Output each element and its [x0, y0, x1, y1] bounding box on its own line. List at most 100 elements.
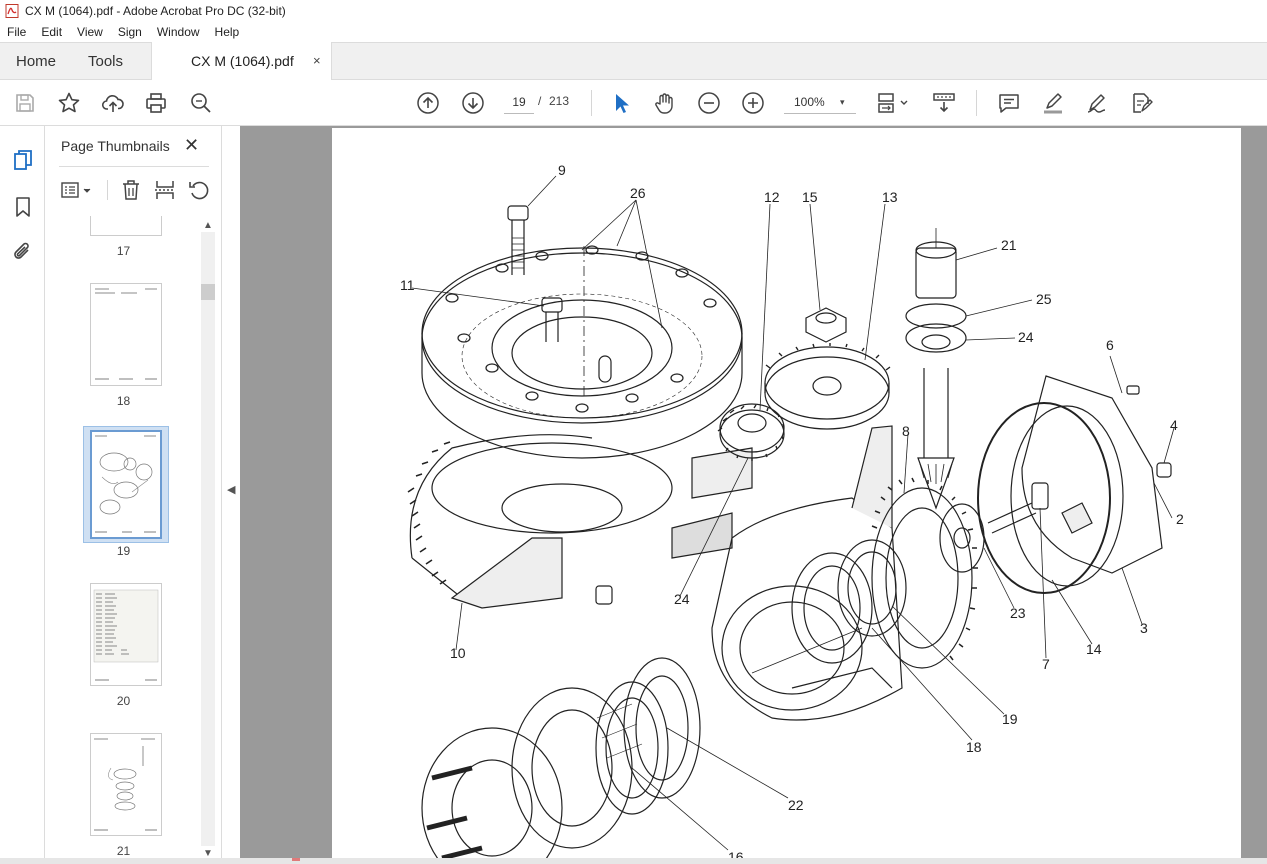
upload-cloud-icon[interactable] [101, 91, 125, 115]
zoom-search-icon[interactable] [189, 91, 213, 115]
close-tab-icon[interactable]: × [313, 42, 321, 80]
sign-icon[interactable] [1085, 91, 1109, 115]
thumbnail-page-19[interactable] [90, 430, 162, 539]
page-separator: / [538, 94, 542, 108]
status-marker [292, 858, 300, 861]
document-viewport-edge [1241, 126, 1267, 864]
insert-page-icon[interactable] [153, 178, 177, 202]
thumbnail-scrollbar[interactable]: ▲ ▼ [201, 216, 215, 864]
print-icon[interactable] [144, 91, 168, 115]
exploded-gearbox-drawing: 9 26 12 15 13 21 25 24 11 6 4 8 2 10 24 … [400, 162, 1184, 864]
zoom-in-icon[interactable] [741, 91, 765, 115]
panel-divider [59, 166, 209, 167]
thumbnail-page-20[interactable] [90, 583, 162, 686]
tab-document[interactable]: CX M (1064).pdf × [151, 42, 332, 80]
close-panel-icon[interactable]: ✕ [184, 135, 199, 156]
callout-label: 24 [674, 591, 690, 607]
hand-icon[interactable] [653, 91, 677, 115]
thumbnail-label: 20 [116, 694, 131, 708]
attachment-icon[interactable] [11, 240, 35, 264]
document-tab-label: CX M (1064).pdf [191, 53, 294, 69]
acrobat-window: CX M (1064).pdf - Adobe Acrobat Pro DC (… [0, 0, 1267, 864]
callout-label: 25 [1036, 291, 1052, 307]
page-number-input[interactable]: 19 [504, 90, 534, 114]
menu-help[interactable]: Help [208, 25, 248, 39]
callout-label: 18 [966, 739, 982, 755]
panel-toolbar-divider [107, 180, 108, 200]
highlight-pen-icon[interactable] [1041, 91, 1065, 115]
thumbnail-label: 18 [116, 394, 131, 408]
callout-label: 4 [1170, 417, 1178, 433]
thumbnail-content [95, 288, 157, 380]
zoom-value: 100% [794, 95, 825, 109]
chevron-down-icon: ▾ [840, 97, 845, 107]
options-menu-icon[interactable] [59, 178, 95, 202]
menu-window[interactable]: Window [150, 25, 208, 39]
bookmark-icon[interactable] [11, 195, 35, 219]
callout-label: 15 [802, 189, 818, 205]
panel-title: Page Thumbnails [61, 138, 170, 154]
delete-icon[interactable] [119, 178, 143, 202]
prev-page-icon[interactable] [416, 91, 440, 115]
panel-collapse-strip[interactable]: ◀ [221, 126, 240, 864]
callout-label: 3 [1140, 620, 1148, 636]
menu-view[interactable]: View [70, 25, 111, 39]
menu-bar: File Edit View Sign Window Help [0, 22, 1267, 42]
callout-label: 14 [1086, 641, 1102, 657]
export-edit-icon[interactable] [1129, 91, 1153, 115]
collapse-panel-icon[interactable]: ◀ [227, 483, 235, 496]
acrobat-pdf-icon [5, 4, 19, 18]
scroll-thumb[interactable] [201, 284, 215, 300]
callout-label: 12 [764, 189, 780, 205]
callout-label: 6 [1106, 337, 1114, 353]
status-strip [0, 858, 1267, 864]
left-navigation-rail [0, 126, 45, 864]
scroll-up-icon[interactable]: ▲ [203, 220, 213, 231]
callout-label: 21 [1001, 237, 1017, 253]
star-icon[interactable] [57, 91, 81, 115]
menu-file[interactable]: File [0, 25, 34, 39]
toolbar-divider [976, 90, 977, 116]
callout-label: 7 [1042, 656, 1050, 672]
comment-icon[interactable] [997, 91, 1021, 115]
callout-label: 9 [558, 162, 566, 178]
save-icon[interactable] [13, 91, 37, 115]
next-page-icon[interactable] [461, 91, 485, 115]
tab-home[interactable]: Home [16, 43, 56, 80]
thumbnail-label: 19 [116, 544, 131, 558]
callout-label: 24 [1018, 329, 1034, 345]
callout-label: 2 [1176, 511, 1184, 527]
zoom-out-icon[interactable] [697, 91, 721, 115]
document-viewport[interactable]: 9 26 12 15 13 21 25 24 11 6 4 8 2 10 24 … [240, 126, 1267, 864]
callout-label: 10 [450, 645, 466, 661]
callout-label: 22 [788, 797, 804, 813]
zoom-select[interactable]: 100% ▾ [784, 90, 856, 114]
tab-tools[interactable]: Tools [88, 43, 123, 80]
thumbnail-label: 21 [116, 844, 131, 858]
thumbnail-page-21[interactable] [90, 733, 162, 836]
thumbnail-content [94, 738, 157, 831]
thumbnail-list: 17 18 19 20 21 [45, 216, 202, 864]
callout-label: 26 [630, 185, 646, 201]
callout-label: 19 [1002, 711, 1018, 727]
page-thumbnails-icon[interactable] [11, 148, 35, 172]
pdf-page: 9 26 12 15 13 21 25 24 11 6 4 8 2 10 24 … [332, 128, 1241, 864]
callout-label: 11 [400, 277, 415, 293]
tab-strip: Home Tools CX M (1064).pdf × [0, 42, 1267, 80]
rotate-icon[interactable] [187, 178, 211, 202]
select-cursor-icon[interactable] [609, 91, 633, 115]
thumbnail-content [93, 589, 159, 681]
thumbnail-label: 17 [116, 244, 131, 258]
scroll-track[interactable] [201, 232, 215, 846]
main-toolbar: 19 / 213 100% ▾ [0, 80, 1267, 126]
title-bar: CX M (1064).pdf - Adobe Acrobat Pro DC (… [0, 0, 1267, 22]
callout-label: 23 [1010, 605, 1026, 621]
menu-sign[interactable]: Sign [111, 25, 150, 39]
thumbnail-page-18[interactable] [90, 283, 162, 386]
scroll-mode-icon[interactable] [932, 91, 956, 115]
total-pages: 213 [549, 94, 570, 108]
menu-edit[interactable]: Edit [34, 25, 70, 39]
callout-label: 8 [902, 423, 910, 439]
thumbnail-page-17[interactable] [90, 216, 162, 236]
fit-page-icon[interactable] [876, 91, 912, 115]
